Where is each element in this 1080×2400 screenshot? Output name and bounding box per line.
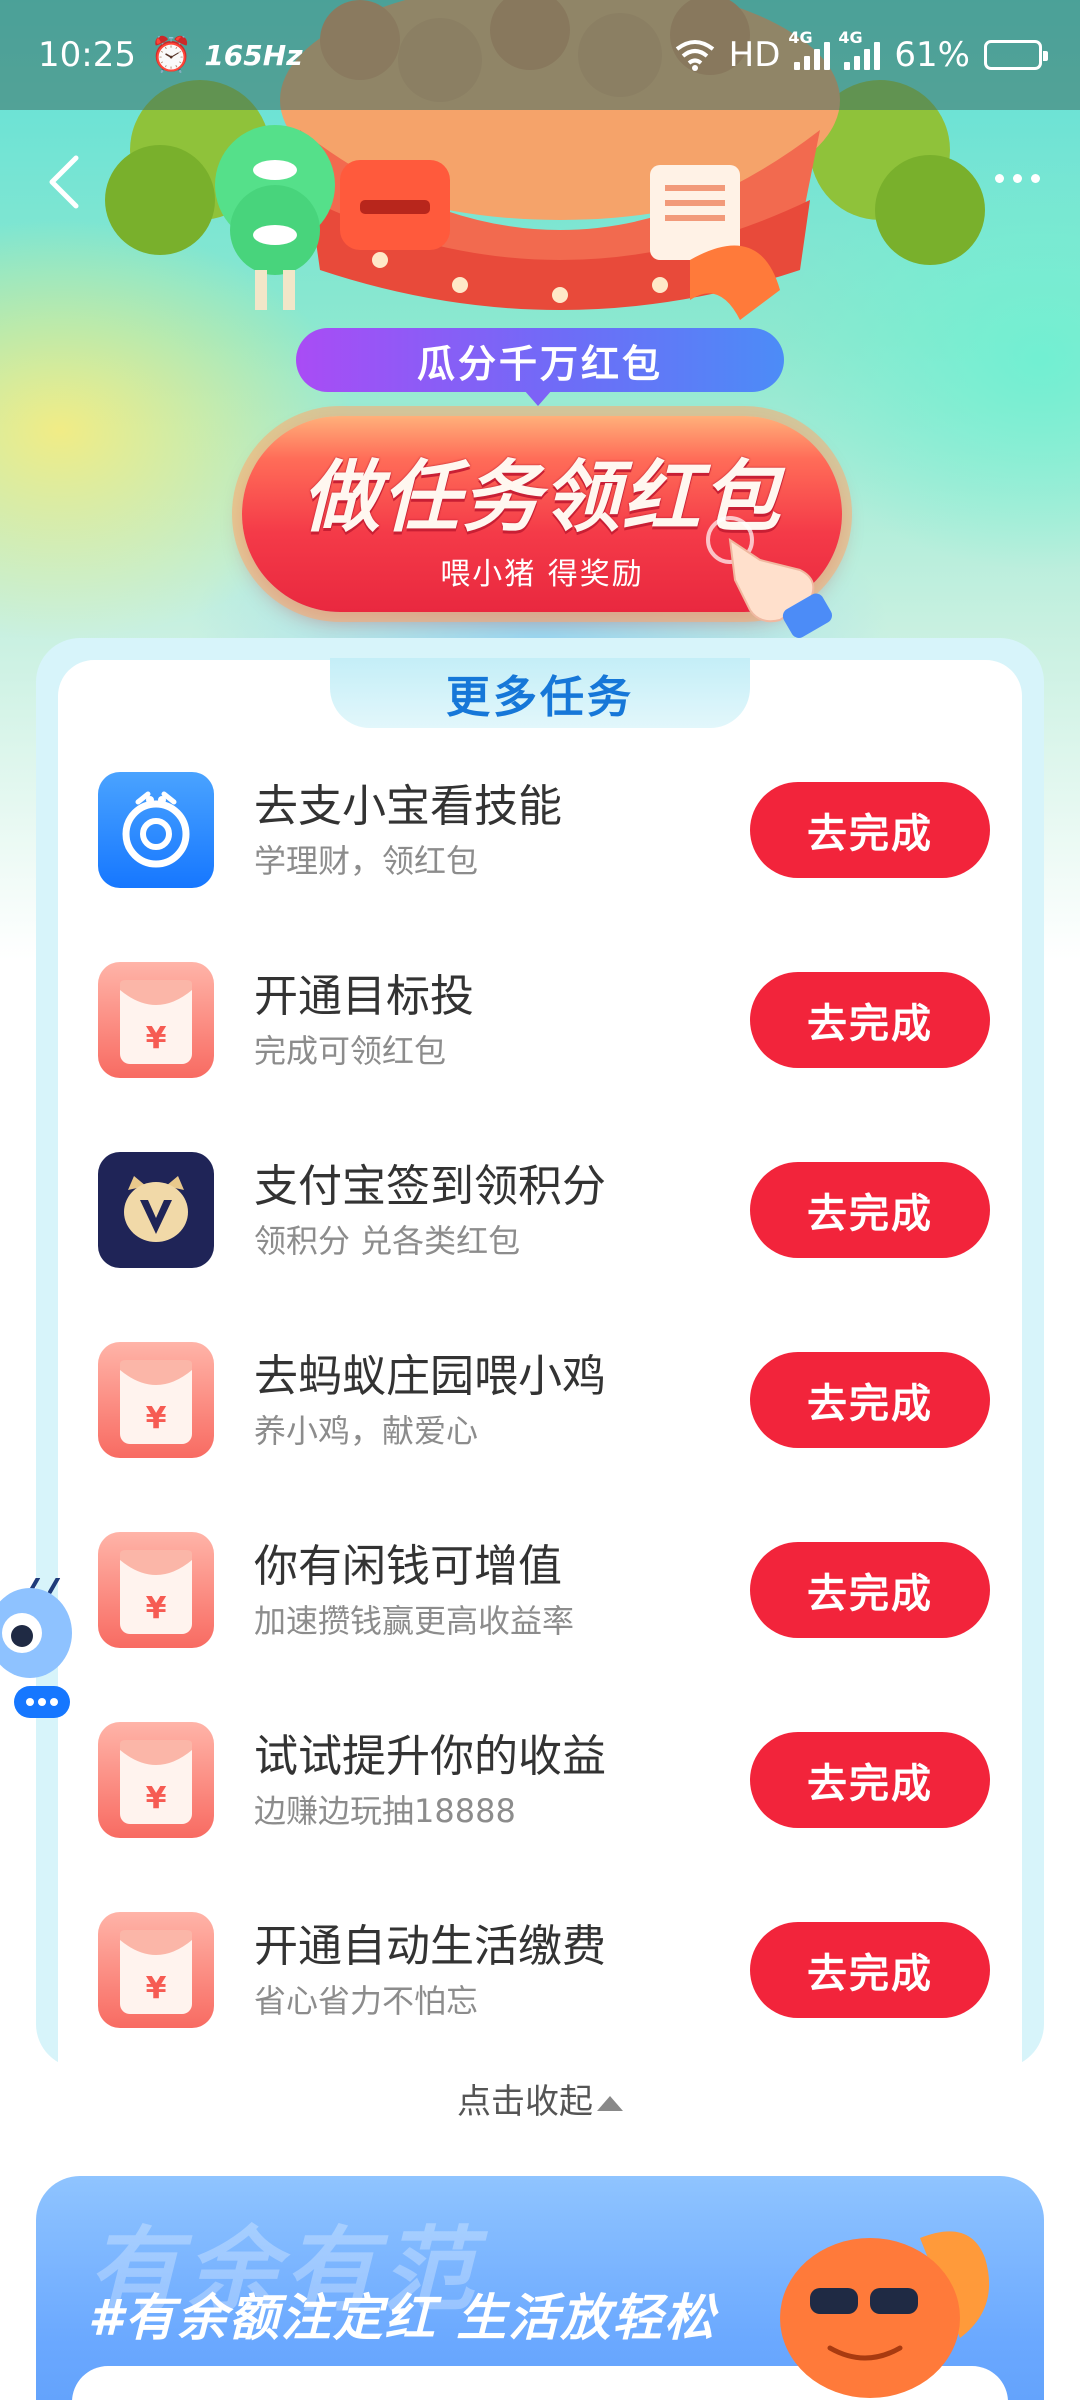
task-title: 去蚂蚁庄园喂小鸡 <box>254 1351 606 1402</box>
back-arrow-icon[interactable] <box>44 152 84 212</box>
task-title: 去支小宝看技能 <box>254 781 562 832</box>
signal-icon: 4G <box>788 28 831 70</box>
more-menu-icon[interactable] <box>982 158 1052 198</box>
tasks-section-title: 更多任务 <box>330 658 750 728</box>
task-title: 支付宝签到领积分 <box>254 1161 606 1212</box>
task-subtitle: 学理财，领红包 <box>254 842 479 880</box>
task-complete-button[interactable]: 去完成 <box>750 1352 990 1448</box>
task-title: 开通自动生活缴费 <box>254 1921 606 1972</box>
banner-slogan: #有余额注定红 生活放轻松 <box>88 2289 717 2347</box>
svg-text:¥: ¥ <box>146 1971 167 2006</box>
cta-subtitle: 喂小猪 得奖励 <box>440 557 644 592</box>
battery-icon <box>984 40 1048 70</box>
red-packet-icon: ¥ <box>98 1342 214 1458</box>
task-title: 开通目标投 <box>254 971 474 1022</box>
svg-text:¥: ¥ <box>146 1781 167 1816</box>
task-item: ¥ 你有闲钱可增值 加速攒钱赢更高收益率 去完成 <box>98 1530 998 1650</box>
alipay-assistant-icon <box>98 772 214 888</box>
alarm-icon: ⏰ <box>149 35 193 75</box>
status-right-group: HD 4G 4G 61% <box>675 28 1048 75</box>
task-item: ¥ 开通目标投 完成可领红包 去完成 <box>98 960 998 1080</box>
goldfish-mascot-icon <box>780 2231 990 2398</box>
task-item: 去支小宝看技能 学理财，领红包 去完成 <box>98 770 998 890</box>
task-complete-button[interactable]: 去完成 <box>750 1732 990 1828</box>
red-packet-icon: ¥ <box>98 962 214 1078</box>
task-complete-button[interactable]: 去完成 <box>750 972 990 1068</box>
task-item: ¥ 开通自动生活缴费 省心省力不怕忘 去完成 <box>98 1910 998 2030</box>
status-bar: 10:25 ⏰ 165Hz HD 4G 4G 61% <box>0 0 1080 110</box>
task-complete-button[interactable]: 去完成 <box>750 1162 990 1258</box>
task-item: ¥ 去蚂蚁庄园喂小鸡 养小鸡，献爱心 去完成 <box>98 1340 998 1460</box>
refresh-rate-label: 165Hz <box>204 38 303 72</box>
floating-assistant-mascot-icon[interactable] <box>0 1578 80 1728</box>
svg-text:¥: ¥ <box>146 1021 167 1056</box>
task-subtitle: 加速攒钱赢更高收益率 <box>254 1602 575 1640</box>
signal-icon-2: 4G <box>838 28 881 70</box>
task-item: ¥ 试试提升你的收益 边赚边玩抽18888 去完成 <box>98 1720 998 1840</box>
bonus-pool-pill: 瓜分千万红包 <box>296 328 784 406</box>
network-label: HD <box>728 35 781 75</box>
pointing-hand-icon <box>706 516 832 638</box>
task-item: 支付宝签到领积分 领积分 兑各类红包 去完成 <box>98 1150 998 1270</box>
task-subtitle: 边赚边玩抽18888 <box>254 1792 516 1830</box>
red-packet-icon: ¥ <box>98 1912 214 2028</box>
svg-text:¥: ¥ <box>146 1401 167 1436</box>
task-subtitle: 完成可领红包 <box>254 1032 447 1070</box>
task-complete-button[interactable]: 去完成 <box>750 1542 990 1638</box>
task-subtitle: 领积分 兑各类红包 <box>254 1222 521 1260</box>
wifi-icon <box>675 40 714 71</box>
points-badge-icon <box>98 1152 214 1268</box>
red-packet-icon: ¥ <box>98 1722 214 1838</box>
network-gen-label: 4G <box>788 28 813 47</box>
status-time: 10:25 <box>38 35 136 75</box>
red-packet-icon: ¥ <box>98 1532 214 1648</box>
caret-up-icon <box>597 2096 623 2111</box>
task-subtitle: 养小鸡，献爱心 <box>254 1412 479 1450</box>
collapse-toggle[interactable]: 点击收起 <box>0 2074 1080 2123</box>
battery-percent: 61% <box>894 35 970 75</box>
task-complete-button[interactable]: 去完成 <box>750 782 990 878</box>
page: 10:25 ⏰ 165Hz HD 4G 4G 61% 瓜分千万红包 做任务领红包… <box>0 0 1080 2400</box>
task-title: 你有闲钱可增值 <box>254 1541 562 1592</box>
task-complete-button[interactable]: 去完成 <box>750 1922 990 2018</box>
svg-text:¥: ¥ <box>146 1591 167 1626</box>
network-gen-label-2: 4G <box>838 28 863 47</box>
task-title: 试试提升你的收益 <box>254 1731 606 1782</box>
collapse-label: 点击收起 <box>457 2082 593 2122</box>
task-subtitle: 省心省力不怕忘 <box>254 1982 479 2020</box>
